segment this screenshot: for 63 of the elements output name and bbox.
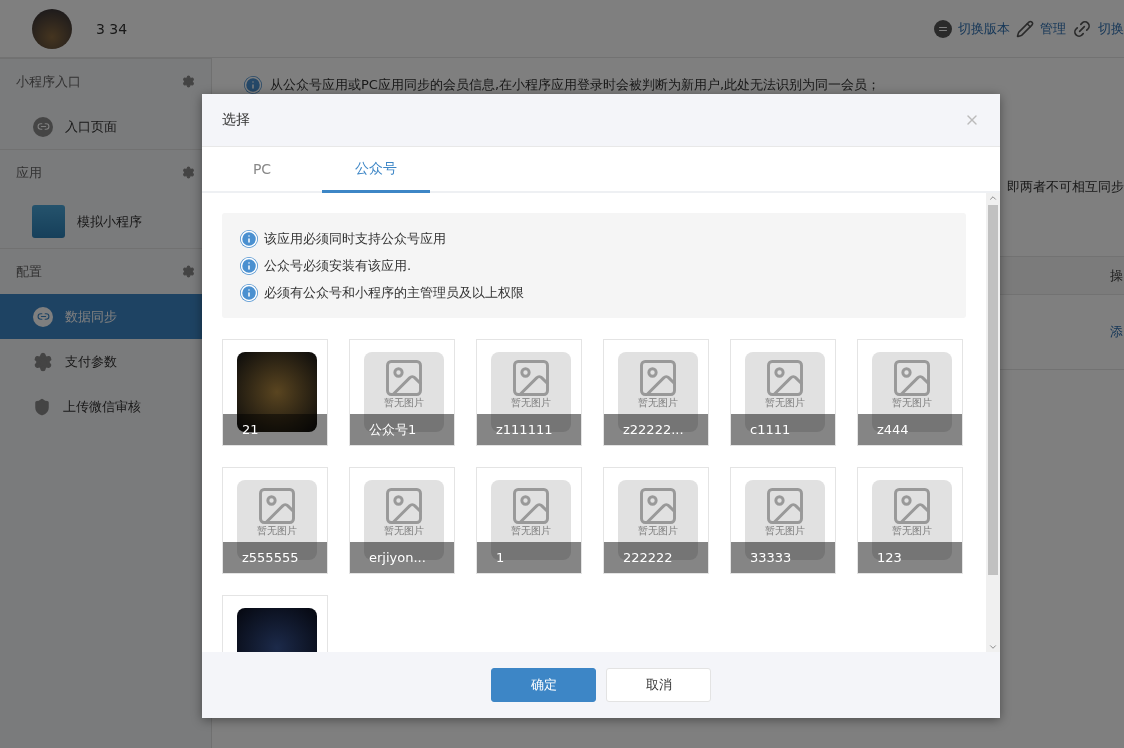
header-link[interactable]: 切换版本 <box>958 19 1010 38</box>
section-title: 配置 <box>16 262 42 281</box>
pencil-icon <box>1016 19 1034 38</box>
user-name: 3 34 <box>96 20 128 37</box>
account-card[interactable]: 暂无图片 123 <box>857 467 963 574</box>
app-thumbnail-icon <box>32 205 65 238</box>
tip-text: 必须有公众号和小程序的主管理员及以上权限 <box>264 283 524 302</box>
scrollbar[interactable] <box>986 193 1000 652</box>
account-name: 33333 <box>731 542 835 573</box>
account-name: z555555 <box>223 542 327 573</box>
account-card[interactable]: 暂无图片 z22222... <box>603 339 709 446</box>
account-card[interactable]: 暂无图片 公众号1 <box>349 339 455 446</box>
account-card[interactable]: 暂无图片 erjiyon... <box>349 467 455 574</box>
shield-icon <box>33 397 51 416</box>
gear-icon[interactable] <box>182 166 195 179</box>
info-icon <box>240 229 258 248</box>
account-card[interactable]: 暂无图片 z111111 <box>476 339 582 446</box>
info-icon <box>240 283 258 302</box>
account-name: 123 <box>858 542 962 573</box>
account-card[interactable]: 暂无图片 222222 <box>603 467 709 574</box>
notice-text: 即两者不可相互同步 <box>1007 178 1124 196</box>
column-header: 操 <box>1110 266 1124 285</box>
account-name: erjiyon... <box>350 542 454 573</box>
sidebar-item[interactable]: 模拟小程序 <box>0 195 211 248</box>
link-icon <box>33 306 53 327</box>
account-card[interactable]: 暂无图片 z555555 <box>222 467 328 574</box>
header-link[interactable]: 切换 <box>1098 19 1124 38</box>
scroll-down-icon[interactable] <box>988 642 998 652</box>
account-card[interactable]: 暂无图片 33333 <box>730 467 836 574</box>
equals-icon <box>934 19 952 38</box>
account-card[interactable]: 21 <box>222 339 328 446</box>
section-title: 小程序入口 <box>16 72 81 91</box>
section-title: 应用 <box>16 163 42 182</box>
account-name: z22222... <box>604 414 708 445</box>
tab[interactable]: PC <box>202 147 322 193</box>
dialog-title: 选择 <box>222 111 250 129</box>
account-name: 222222 <box>604 542 708 573</box>
sidebar-item[interactable]: 入口页面 <box>0 104 211 149</box>
account-name: z444 <box>858 414 962 445</box>
gear-icon <box>33 351 53 372</box>
account-name: 1 <box>477 542 581 573</box>
avatar <box>32 8 72 49</box>
account-card[interactable]: 暂无图片 1 <box>476 467 582 574</box>
confirm-button[interactable]: 确定 <box>491 668 596 702</box>
scroll-up-icon[interactable] <box>988 193 998 203</box>
sidebar-item[interactable]: 上传微信审核 <box>0 384 211 429</box>
tip-text: 该应用必须同时支持公众号应用 <box>264 229 446 248</box>
account-name: z111111 <box>477 414 581 445</box>
gear-icon[interactable] <box>182 75 195 88</box>
account-card[interactable]: 暂无图片 c1111 <box>730 339 836 446</box>
sidebar-item[interactable]: 支付参数 <box>0 339 211 384</box>
account-name: 公众号1 <box>350 414 454 445</box>
tip-text: 公众号必须安装有该应用. <box>264 256 412 275</box>
account-name: 21 <box>223 414 327 445</box>
tab[interactable]: 公众号 <box>322 147 430 193</box>
account-card[interactable]: 暂无图片 z444 <box>857 339 963 446</box>
header-link[interactable]: 管理 <box>1040 19 1066 38</box>
info-icon <box>240 256 258 275</box>
account-name: c1111 <box>731 414 835 445</box>
link-icon <box>33 116 53 137</box>
gear-icon[interactable] <box>182 265 195 278</box>
table-link[interactable]: 添 <box>1110 323 1124 341</box>
cancel-button[interactable]: 取消 <box>606 668 711 702</box>
